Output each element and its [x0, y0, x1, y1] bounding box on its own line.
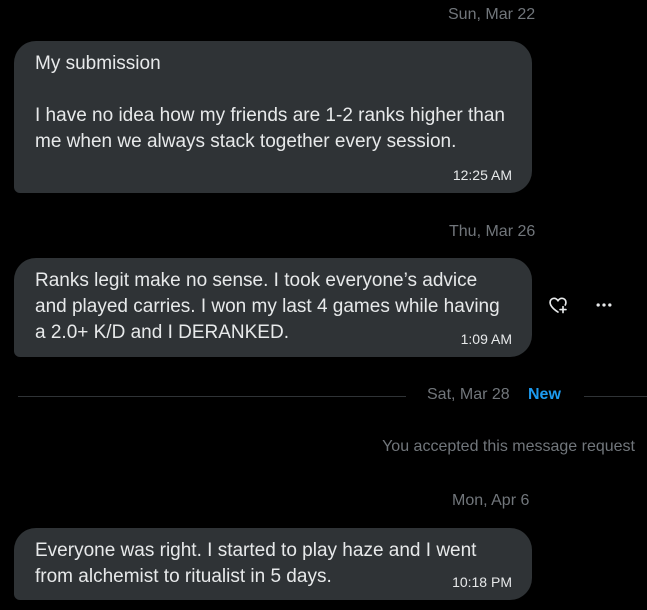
message-text: My submission I have no idea how my frie… [35, 53, 505, 152]
new-messages-divider: Sat, Mar 28 New [18, 384, 647, 408]
request-accepted-note: You accepted this message request [382, 438, 635, 455]
divider-date: Sat, Mar 28 [427, 386, 510, 403]
message-bubble[interactable]: Ranks legit make no sense. I took everyo… [14, 258, 532, 357]
date-separator: Mon, Apr 6 [452, 492, 530, 509]
message-actions [547, 294, 615, 316]
new-label: New [528, 386, 561, 403]
message-timestamp: 12:25 AM [452, 167, 512, 183]
message-bubble[interactable]: My submission I have no idea how my frie… [14, 41, 532, 193]
date-separator: Sun, Mar 22 [448, 6, 536, 23]
message-timestamp: 10:18 PM [452, 574, 512, 590]
message-text: Ranks legit make no sense. I took everyo… [35, 270, 500, 343]
message-timestamp: 1:09 AM [460, 331, 512, 347]
heart-plus-icon[interactable] [547, 294, 569, 316]
more-horizontal-icon[interactable] [593, 294, 615, 316]
message-text: Everyone was right. I started to play ha… [35, 540, 477, 587]
divider-line-right [584, 396, 647, 397]
date-separator: Thu, Mar 26 [449, 223, 536, 240]
message-bubble[interactable]: Everyone was right. I started to play ha… [14, 528, 532, 600]
divider-line-left [18, 396, 406, 397]
